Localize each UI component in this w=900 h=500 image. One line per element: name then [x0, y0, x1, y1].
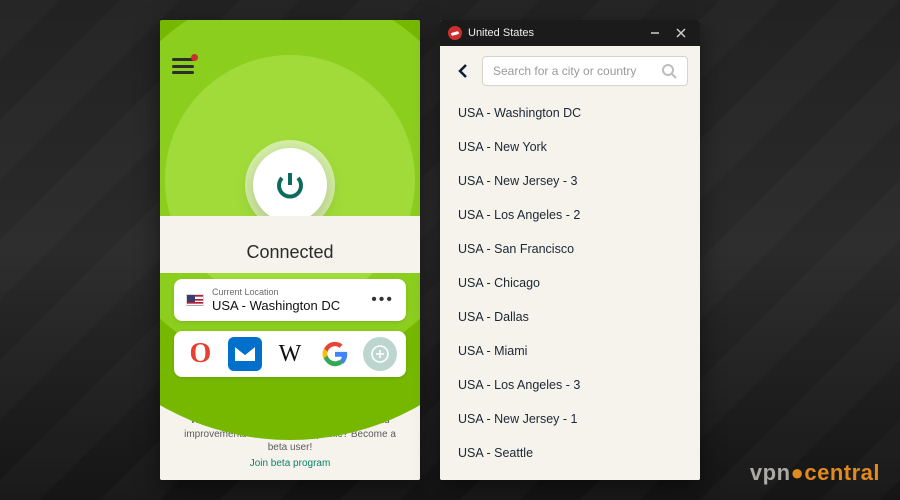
list-item[interactable]: USA - Chicago [440, 266, 700, 300]
titlebar[interactable]: United States [440, 20, 700, 46]
search-row: Search for a city or country [440, 46, 700, 96]
list-item[interactable]: USA - Washington DC [440, 96, 700, 130]
list-item[interactable]: USA - New York [440, 130, 700, 164]
search-placeholder: Search for a city or country [493, 64, 661, 78]
watermark-a: vpn [750, 460, 791, 485]
more-icon[interactable]: ••• [371, 291, 394, 309]
shortcut-opera[interactable]: O [183, 337, 217, 371]
beta-link[interactable]: Join beta program [182, 457, 398, 471]
locations-window: United States Search for a city or count… [440, 20, 700, 480]
status-area: Connected [160, 216, 420, 273]
search-icon [661, 63, 677, 79]
list-item[interactable]: USA - Los Angeles - 2 [440, 198, 700, 232]
search-input[interactable]: Search for a city or country [482, 56, 688, 86]
expressvpn-main-window: ExpressVPN Connected Current Location US… [160, 20, 420, 480]
location-label: Current Location [212, 287, 363, 298]
minimize-button[interactable] [642, 20, 668, 46]
window-title: United States [468, 27, 642, 39]
location-value: USA - Washington DC [212, 298, 363, 314]
list-item[interactable]: USA - Dallas [440, 300, 700, 334]
watermark-b: central [804, 460, 880, 485]
list-item[interactable]: USA - San Francisco [440, 232, 700, 266]
shortcut-mail[interactable] [228, 337, 262, 371]
list-item[interactable]: USA - Seattle [440, 436, 700, 470]
list-item[interactable]: USA - Los Angeles - 3 [440, 368, 700, 402]
locations-list[interactable]: USA - Washington DCUSA - New YorkUSA - N… [440, 96, 700, 480]
close-button[interactable] [668, 20, 694, 46]
back-button[interactable] [452, 63, 474, 79]
shortcut-add-button[interactable] [363, 337, 397, 371]
list-item[interactable]: USA - New Jersey - 1 [440, 402, 700, 436]
power-button[interactable] [253, 148, 327, 222]
menu-icon[interactable] [172, 58, 194, 74]
hero-area [160, 46, 420, 216]
list-item[interactable]: USA - Miami [440, 334, 700, 368]
shortcut-row: O W [174, 331, 406, 377]
shortcut-wikipedia[interactable]: W [273, 337, 307, 371]
current-location-card[interactable]: Current Location USA - Washington DC ••• [174, 279, 406, 321]
list-item[interactable]: USA - New Jersey - 3 [440, 164, 700, 198]
shortcut-google[interactable] [318, 337, 352, 371]
connection-status: Connected [176, 242, 404, 263]
watermark: vpn●central [750, 460, 880, 486]
flag-us-icon [186, 294, 204, 306]
list-item[interactable]: USA - Miami - 2 [440, 470, 700, 480]
expressvpn-logo-icon [448, 26, 462, 40]
